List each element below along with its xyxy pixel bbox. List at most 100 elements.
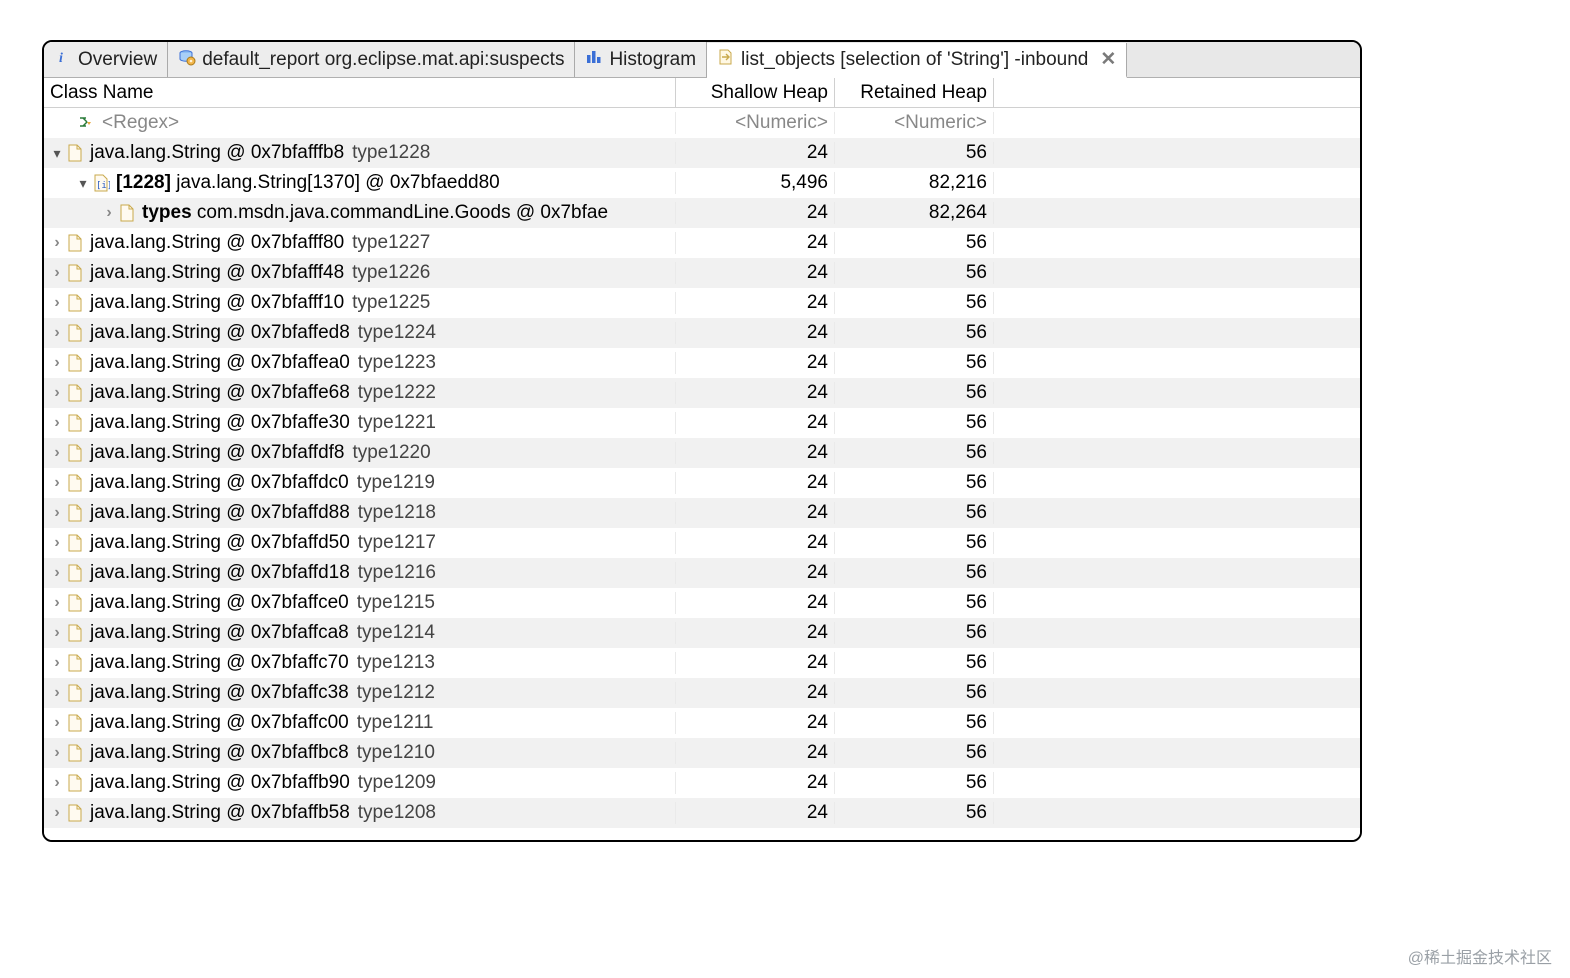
expand-toggle[interactable] <box>50 625 64 641</box>
table-row[interactable]: java.lang.String @ 0x7bfaffed8type122424… <box>44 318 1360 348</box>
class-name: java.lang.String @ 0x7bfafffb8 <box>90 142 344 164</box>
expand-toggle[interactable] <box>76 176 90 190</box>
object-icon <box>66 682 90 704</box>
expand-toggle[interactable] <box>50 595 64 611</box>
regex-input[interactable]: <Regex> <box>102 112 179 134</box>
class-name: types com.msdn.java.commandLine.Goods @ … <box>142 202 608 224</box>
value-suffix: type1215 <box>357 592 435 614</box>
tab-0[interactable]: iOverview <box>44 42 168 77</box>
table-row[interactable]: types com.msdn.java.commandLine.Goods @ … <box>44 198 1360 228</box>
table-row[interactable]: java.lang.String @ 0x7bfafffb8type122824… <box>44 138 1360 168</box>
object-icon <box>66 532 90 554</box>
table-row[interactable]: [i][1228] java.lang.String[1370] @ 0x7bf… <box>44 168 1360 198</box>
expand-toggle[interactable] <box>50 655 64 671</box>
retained-heap-value: 56 <box>835 442 994 464</box>
watermark: @稀土掘金技术社区 <box>1408 944 1552 968</box>
expand-toggle[interactable] <box>50 565 64 581</box>
header-shallow-heap[interactable]: Shallow Heap <box>676 78 835 107</box>
table-row[interactable]: java.lang.String @ 0x7bfaffca8type121424… <box>44 618 1360 648</box>
value-suffix: type1216 <box>358 562 436 584</box>
table-row[interactable]: java.lang.String @ 0x7bfaffdf8type122024… <box>44 438 1360 468</box>
object-icon <box>66 382 90 404</box>
class-name: java.lang.String @ 0x7bfaffdf8 <box>90 442 345 464</box>
tab-2[interactable]: Histogram <box>575 42 707 77</box>
tab-label: default_report org.eclipse.mat.api:suspe… <box>202 49 564 71</box>
expand-toggle[interactable] <box>50 715 64 731</box>
object-icon <box>66 292 90 314</box>
tab-label: Histogram <box>609 49 696 71</box>
table-row[interactable]: java.lang.String @ 0x7bfaffd18type121624… <box>44 558 1360 588</box>
expand-toggle[interactable] <box>50 415 64 431</box>
header-class-name[interactable]: Class Name <box>44 78 676 107</box>
class-name: java.lang.String @ 0x7bfaffb58 <box>90 802 350 824</box>
expand-toggle[interactable] <box>50 775 64 791</box>
table-row[interactable]: java.lang.String @ 0x7bfaffb58type120824… <box>44 798 1360 828</box>
table-row[interactable]: java.lang.String @ 0x7bfafff10type122524… <box>44 288 1360 318</box>
expand-toggle[interactable] <box>50 745 64 761</box>
object-icon <box>66 412 90 434</box>
table-row[interactable]: java.lang.String @ 0x7bfaffbc8type121024… <box>44 738 1360 768</box>
class-name: java.lang.String @ 0x7bfaffc38 <box>90 682 349 704</box>
expand-toggle[interactable] <box>102 205 116 221</box>
retained-filter[interactable]: <Numeric> <box>894 112 987 134</box>
table-row[interactable]: java.lang.String @ 0x7bfafff80type122724… <box>44 228 1360 258</box>
retained-heap-value: 56 <box>835 262 994 284</box>
retained-heap-value: 56 <box>835 712 994 734</box>
table-row[interactable]: java.lang.String @ 0x7bfaffb90type120924… <box>44 768 1360 798</box>
table-row[interactable]: java.lang.String @ 0x7bfaffd50type121724… <box>44 528 1360 558</box>
expand-toggle[interactable] <box>50 535 64 551</box>
expand-toggle[interactable] <box>50 685 64 701</box>
shallow-heap-value: 24 <box>676 232 835 254</box>
class-name: java.lang.String @ 0x7bfaffe68 <box>90 382 350 404</box>
expand-toggle[interactable] <box>50 505 64 521</box>
header-retained-heap[interactable]: Retained Heap <box>835 78 994 107</box>
shallow-heap-value: 24 <box>676 262 835 284</box>
class-name: java.lang.String @ 0x7bfaffc00 <box>90 712 349 734</box>
object-icon <box>66 622 90 644</box>
table-row[interactable]: java.lang.String @ 0x7bfaffc00type121124… <box>44 708 1360 738</box>
table-row[interactable]: java.lang.String @ 0x7bfaffc70type121324… <box>44 648 1360 678</box>
expand-toggle[interactable] <box>50 385 64 401</box>
expand-toggle[interactable] <box>50 325 64 341</box>
expand-toggle[interactable] <box>50 355 64 371</box>
expand-toggle[interactable] <box>50 445 64 461</box>
value-suffix: type1222 <box>358 382 436 404</box>
shallow-heap-value: 24 <box>676 592 835 614</box>
retained-heap-value: 82,216 <box>835 172 994 194</box>
table-row[interactable]: java.lang.String @ 0x7bfaffe30type122124… <box>44 408 1360 438</box>
table-row[interactable]: java.lang.String @ 0x7bfaffdc0type121924… <box>44 468 1360 498</box>
object-icon <box>66 232 90 254</box>
tab-3[interactable]: list_objects [selection of 'String'] -in… <box>707 43 1127 78</box>
table-body: <Regex> <Numeric> <Numeric> java.lang.Strin… <box>44 108 1360 828</box>
expand-toggle[interactable] <box>50 805 64 821</box>
class-name: java.lang.String @ 0x7bfaffca8 <box>90 622 349 644</box>
retained-heap-value: 56 <box>835 352 994 374</box>
retained-heap-value: 56 <box>835 622 994 644</box>
shallow-heap-value: 24 <box>676 682 835 704</box>
expand-toggle[interactable] <box>50 146 64 160</box>
table-row[interactable]: java.lang.String @ 0x7bfafff48type122624… <box>44 258 1360 288</box>
expand-toggle[interactable] <box>50 265 64 281</box>
table-row[interactable]: java.lang.String @ 0x7bfaffc38type121224… <box>44 678 1360 708</box>
shallow-heap-value: 24 <box>676 292 835 314</box>
object-icon <box>66 802 90 824</box>
header-spacer <box>994 78 1360 107</box>
tab-1[interactable]: default_report org.eclipse.mat.api:suspe… <box>168 42 575 77</box>
shallow-heap-value: 24 <box>676 562 835 584</box>
expand-toggle[interactable] <box>50 475 64 491</box>
table-row[interactable]: java.lang.String @ 0x7bfaffd88type121824… <box>44 498 1360 528</box>
filter-row: <Regex> <Numeric> <Numeric> <box>44 108 1360 138</box>
expand-toggle[interactable] <box>50 295 64 311</box>
table-row[interactable]: java.lang.String @ 0x7bfaffe68type122224… <box>44 378 1360 408</box>
value-suffix: type1225 <box>352 292 430 314</box>
filter-icon <box>78 112 102 134</box>
shallow-heap-value: 24 <box>676 652 835 674</box>
retained-heap-value: 56 <box>835 562 994 584</box>
shallow-filter[interactable]: <Numeric> <box>735 112 828 134</box>
table-row[interactable]: java.lang.String @ 0x7bfaffce0type121524… <box>44 588 1360 618</box>
table-row[interactable]: java.lang.String @ 0x7bfaffea0type122324… <box>44 348 1360 378</box>
close-icon[interactable]: ✕ <box>1100 48 1116 71</box>
shallow-heap-value: 24 <box>676 712 835 734</box>
class-name: java.lang.String @ 0x7bfaffdc0 <box>90 472 349 494</box>
expand-toggle[interactable] <box>50 235 64 251</box>
